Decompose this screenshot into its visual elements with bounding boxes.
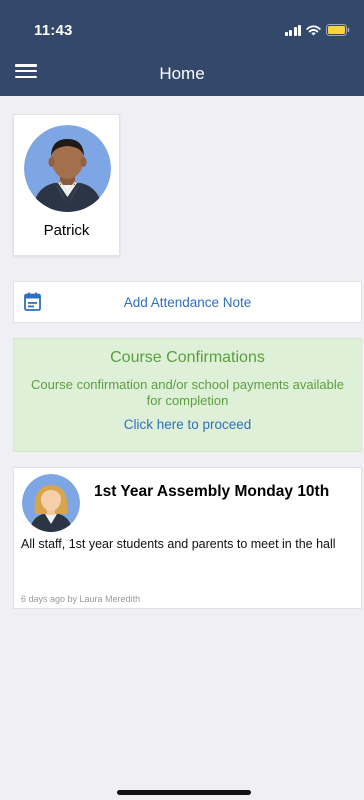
proceed-link[interactable]: Click here to proceed [14, 417, 361, 432]
course-confirmations-alert: Course Confirmations Course confirmation… [13, 338, 362, 452]
page-title: Home [159, 64, 205, 83]
course-title: Course Confirmations [110, 349, 265, 366]
wifi-icon [306, 24, 321, 36]
course-description: Course confirmation and/or school paymen… [31, 377, 344, 408]
home-indicator[interactable] [117, 790, 251, 795]
status-icons [284, 24, 351, 36]
add-attendance-note-button[interactable]: Add Attendance Note [13, 281, 362, 323]
status-bar: 11:43 [0, 0, 364, 48]
news-title: 1st Year Assembly Monday 10th [94, 483, 330, 500]
nav-bar: Home [0, 50, 364, 96]
news-item[interactable]: 1st Year Assembly Monday 10th All staff,… [13, 467, 362, 609]
signal-icon [284, 24, 301, 36]
attendance-label: Add Attendance Note [123, 295, 252, 310]
student-name: Patrick [43, 222, 90, 239]
news-body: All staff, 1st year students and parents… [21, 537, 336, 551]
student-profile-card[interactable]: Patrick [13, 114, 120, 256]
author-avatar [22, 474, 80, 532]
battery-icon [326, 24, 350, 36]
student-avatar [24, 125, 111, 212]
status-time: 11:43 [34, 22, 73, 39]
news-meta: 6 days ago by Laura Meredith [21, 594, 141, 604]
app-header: 11:43 Home [0, 0, 364, 96]
